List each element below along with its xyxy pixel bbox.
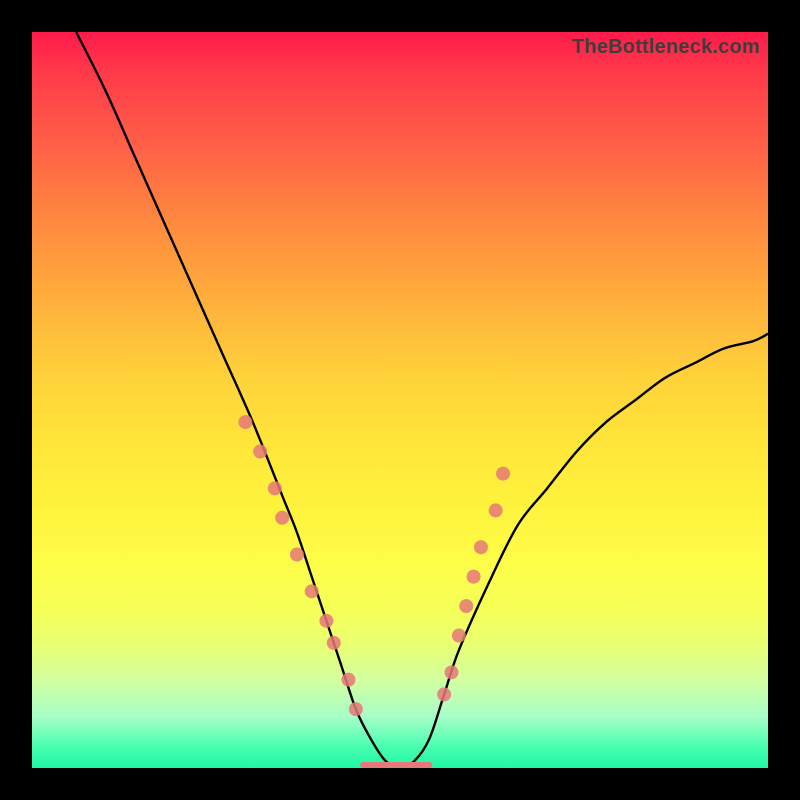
curve-marker [327, 636, 341, 650]
curve-marker [275, 511, 289, 525]
curve-marker [268, 481, 282, 495]
curve-marker [496, 467, 510, 481]
curve-marker [452, 629, 466, 643]
curve-marker [467, 570, 481, 584]
curve-marker [459, 599, 473, 613]
curve-marker [489, 503, 503, 517]
curve-marker [437, 687, 451, 701]
chart-frame: TheBottleneck.com [0, 0, 800, 800]
curve-marker [349, 702, 363, 716]
curve-markers [238, 415, 510, 716]
curve-layer [32, 32, 768, 768]
bottleneck-curve [76, 32, 768, 768]
curve-marker [290, 548, 304, 562]
curve-marker [341, 673, 355, 687]
curve-marker [474, 540, 488, 554]
plot-area: TheBottleneck.com [32, 32, 768, 768]
curve-marker [238, 415, 252, 429]
curve-marker [445, 665, 459, 679]
curve-marker [305, 584, 319, 598]
curve-marker [253, 445, 267, 459]
curve-marker [319, 614, 333, 628]
